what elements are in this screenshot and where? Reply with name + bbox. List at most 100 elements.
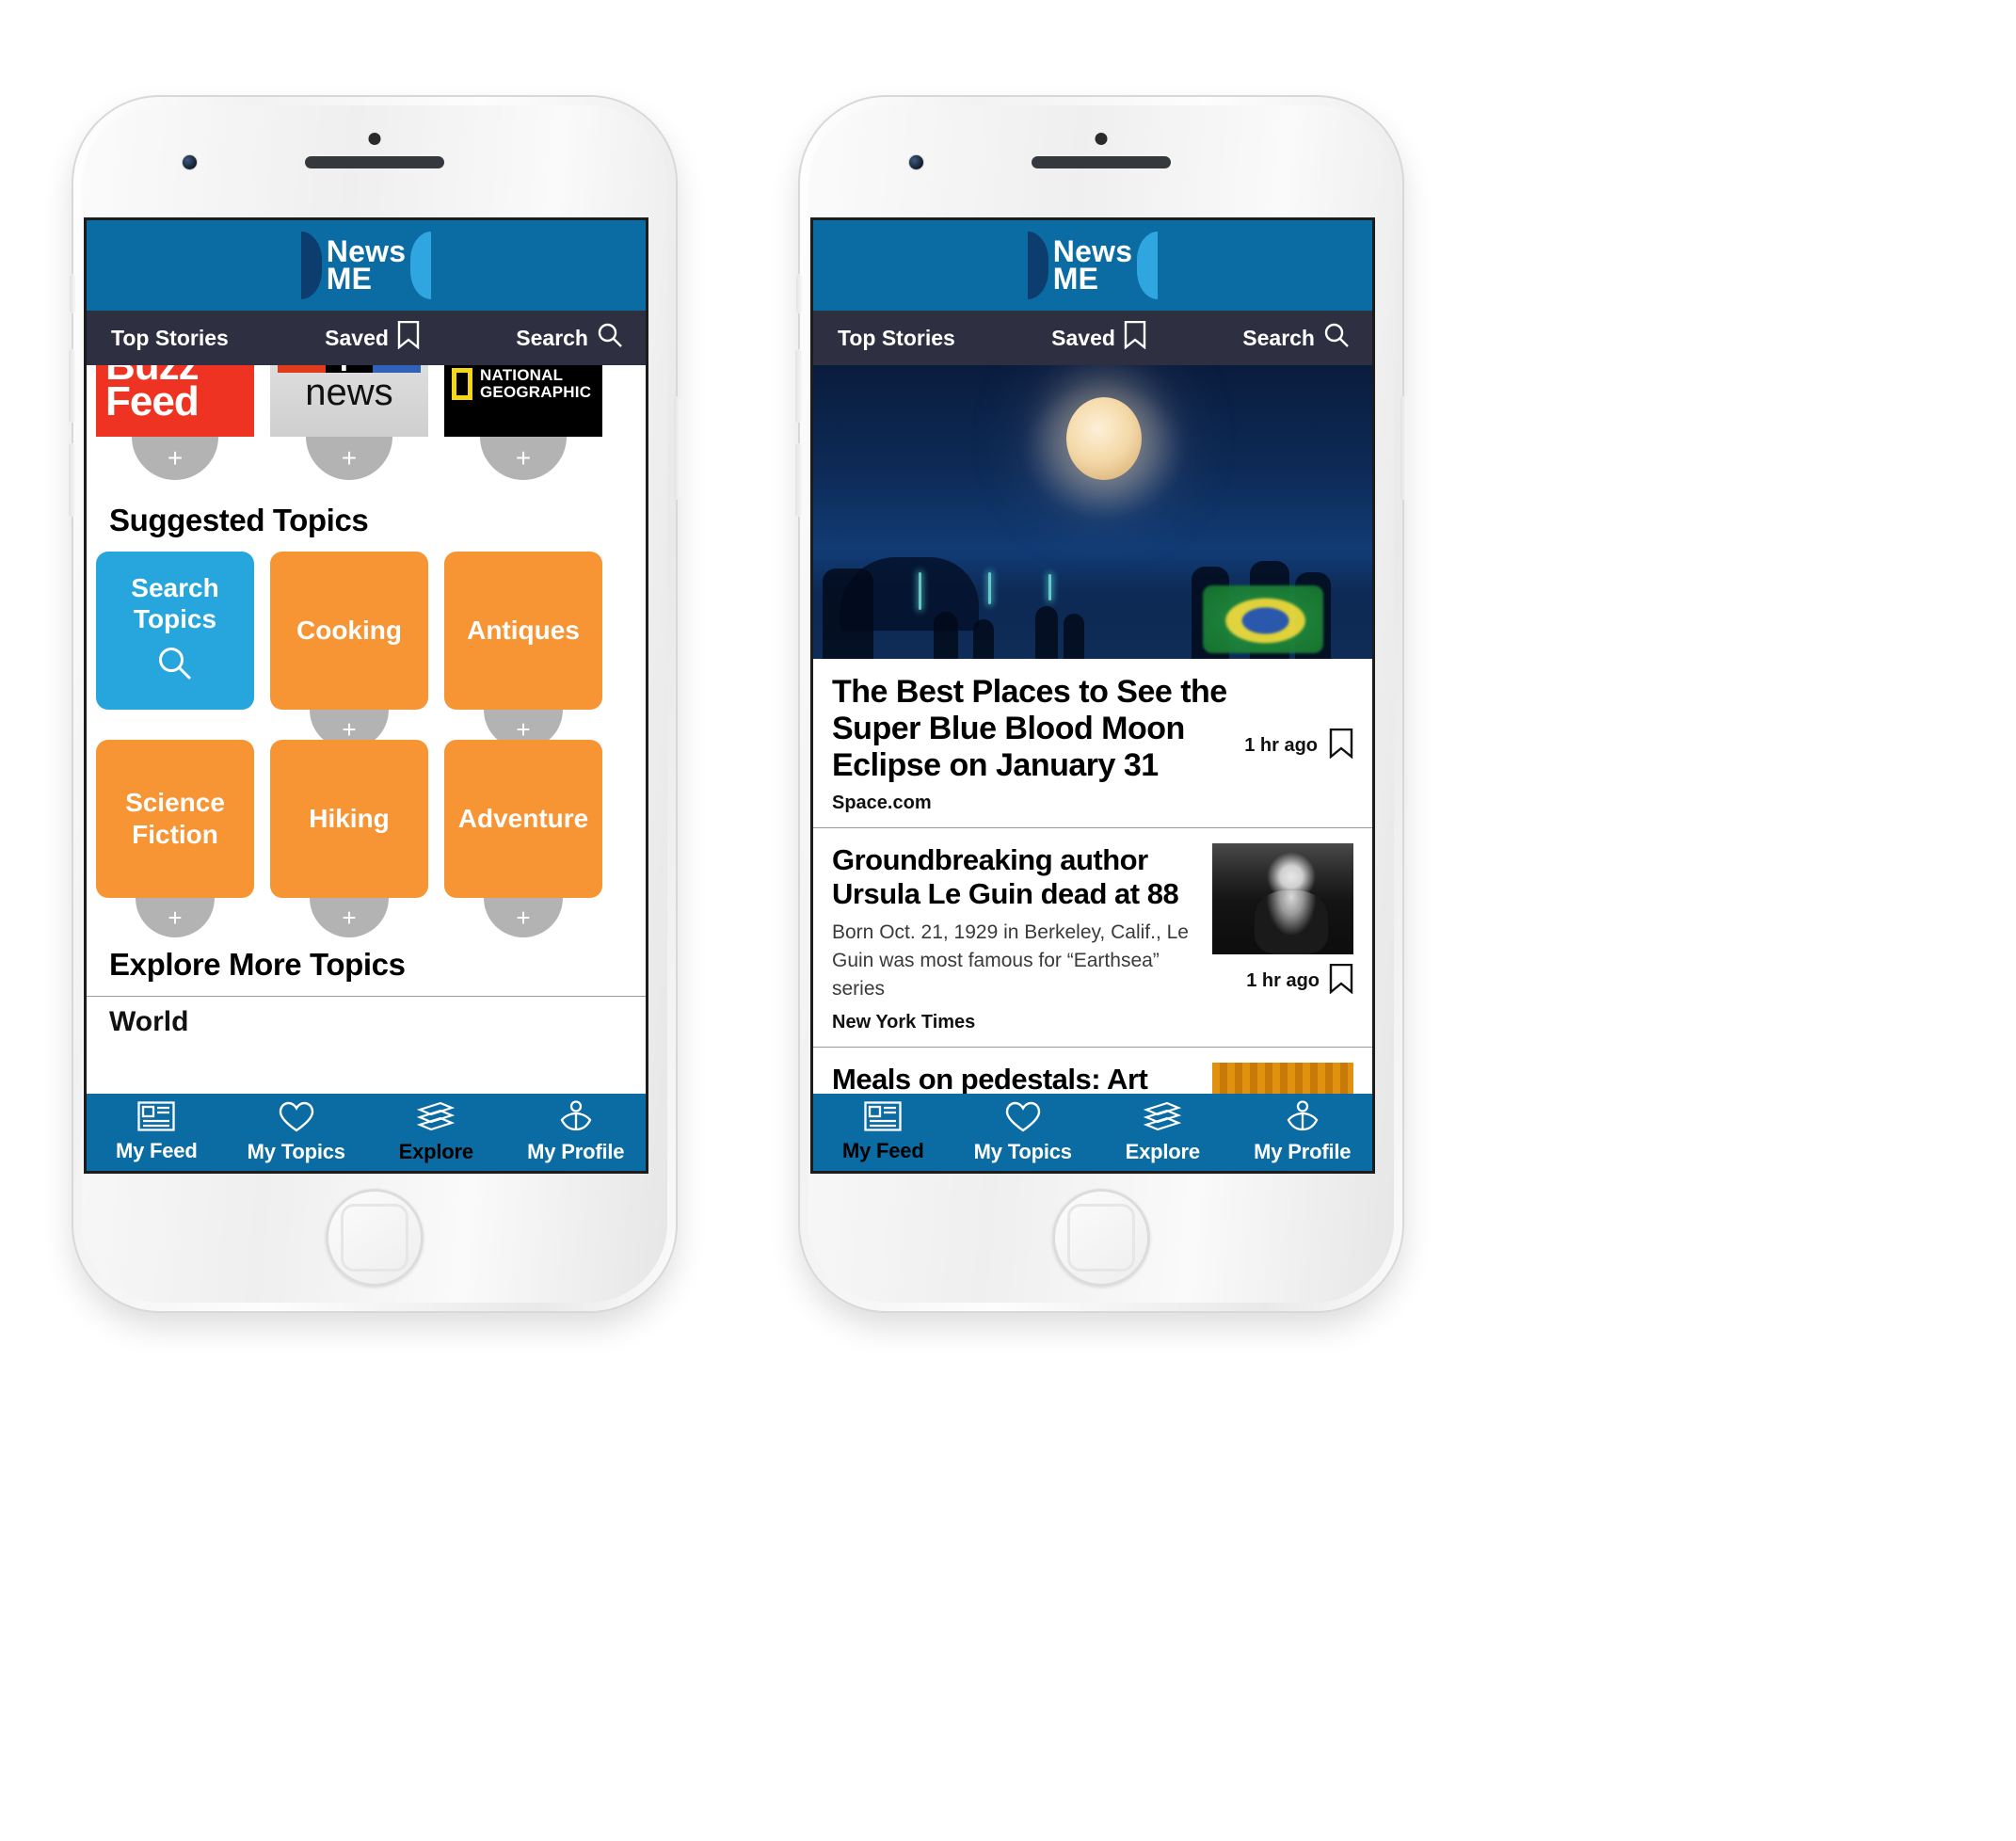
hero-image-moon-eclipse[interactable]	[813, 365, 1372, 659]
suggested-topics-grid: Search Topics Cooking + Antiques + Scien…	[87, 538, 646, 937]
nav-saved-label: Saved	[325, 325, 389, 350]
logo-line-2: ME	[326, 262, 373, 296]
npr-word-news: news	[305, 372, 393, 413]
article-row-le-guin[interactable]: Groundbreaking author Ursula Le Guin dea…	[813, 828, 1372, 1049]
books-stack-icon	[1143, 1100, 1182, 1137]
add-icon: +	[342, 715, 357, 744]
person-silhouette	[1035, 606, 1058, 659]
add-icon: +	[341, 443, 358, 472]
topic-tile-science-fiction[interactable]: Science Fiction +	[96, 740, 254, 937]
article-source: Space.com	[832, 792, 932, 814]
topic-tile-antiques[interactable]: Antiques +	[444, 552, 602, 749]
add-publisher-button[interactable]: +	[306, 437, 392, 480]
silent-switch[interactable]	[796, 274, 802, 313]
volume-down-button[interactable]	[69, 443, 75, 517]
logo-right-bracket	[410, 232, 432, 299]
tab-label: Explore	[398, 1140, 473, 1163]
topic-tile-search[interactable]: Search Topics	[96, 552, 254, 710]
nav-search-label: Search	[1242, 325, 1315, 350]
natgeo-yellow-rectangle-icon	[452, 368, 472, 400]
logo-right-bracket	[1137, 232, 1159, 299]
tab-my-topics[interactable]: My Topics	[953, 1101, 1094, 1164]
nav-saved[interactable]: Saved	[325, 320, 420, 355]
article-timestamp: 1 hr ago	[1246, 970, 1320, 992]
screenshot-stage: News ME Top Stories Saved Search + Buzz …	[0, 0, 2016, 1841]
publisher-row: + Buzz Feed + news + NATIONAL GEOGRAPHIC	[87, 365, 646, 482]
feed-content[interactable]: The Best Places to See the Super Blue Bl…	[813, 365, 1372, 1171]
topic-tile-label: Hiking	[309, 804, 390, 834]
publisher-logo-natgeo: NATIONAL GEOGRAPHIC	[444, 365, 602, 437]
books-stack-icon	[416, 1100, 456, 1137]
logo-line-2: ME	[1052, 262, 1099, 296]
topic-tile-label: Search Topics	[131, 572, 219, 634]
brand-bar: News ME	[813, 220, 1372, 311]
phone-device-left: News ME Top Stories Saved Search + Buzz …	[69, 97, 680, 1311]
volume-down-button[interactable]	[795, 443, 802, 517]
power-button[interactable]	[1400, 396, 1407, 500]
topic-tile-adventure[interactable]: Adventure +	[444, 740, 602, 937]
tab-explore[interactable]: Explore	[366, 1100, 506, 1164]
search-icon	[1323, 322, 1350, 354]
add-icon: +	[515, 443, 532, 472]
tab-my-feed[interactable]: My Feed	[87, 1101, 227, 1163]
tab-my-topics[interactable]: My Topics	[227, 1101, 367, 1164]
street-lamp	[919, 572, 921, 610]
article-thumbnail[interactable]	[1212, 843, 1353, 955]
moon	[1065, 397, 1142, 480]
newspaper-icon	[864, 1101, 902, 1136]
topic-tile-cooking[interactable]: Cooking +	[270, 552, 428, 749]
topic-tile-hiking[interactable]: Hiking +	[270, 740, 428, 937]
person-silhouette	[1064, 614, 1084, 659]
home-button[interactable]	[1052, 1189, 1150, 1287]
newspaper-icon	[137, 1101, 175, 1136]
natgeo-line-2: GEOGRAPHIC	[480, 383, 592, 401]
tab-my-profile[interactable]: My Profile	[1233, 1100, 1373, 1164]
publisher-logo-buzzfeed: Buzz Feed	[96, 365, 254, 437]
nav-search[interactable]: Search	[1242, 322, 1359, 354]
bookmark-icon[interactable]	[1329, 728, 1353, 763]
bookmark-icon[interactable]	[1329, 964, 1353, 999]
logo-wordmark: News ME	[322, 235, 410, 296]
tab-label: My Topics	[247, 1139, 345, 1163]
publisher-card-npr[interactable]: + n p r news	[270, 365, 428, 482]
phone-device-right: News ME Top Stories Saved Search The Bes…	[795, 97, 1407, 1311]
tab-my-profile[interactable]: My Profile	[506, 1100, 647, 1164]
bottom-tab-bar-right: My Feed My Topics Explore My Profile	[813, 1094, 1372, 1171]
volume-up-button[interactable]	[69, 349, 75, 423]
explore-more-topics-heading: Explore More Topics	[87, 928, 646, 997]
publisher-card-buzzfeed[interactable]: + Buzz Feed	[96, 365, 254, 482]
top-nav-bar: Top Stories Saved Search	[87, 311, 646, 365]
add-publisher-button[interactable]: +	[132, 437, 218, 480]
tab-label: My Feed	[841, 1139, 924, 1162]
nav-top-stories[interactable]: Top Stories	[100, 326, 229, 351]
natgeo-line-1: NATIONAL	[480, 366, 564, 385]
nav-search[interactable]: Search	[516, 322, 632, 354]
screen-explore: News ME Top Stories Saved Search + Buzz …	[84, 217, 648, 1174]
logo-left-bracket	[1027, 232, 1048, 299]
home-button[interactable]	[326, 1189, 424, 1287]
explore-more-item-world[interactable]: World	[87, 997, 646, 1038]
nav-top-stories[interactable]: Top Stories	[826, 326, 955, 351]
power-button[interactable]	[674, 396, 680, 500]
person-silhouette	[973, 619, 994, 659]
nav-saved[interactable]: Saved	[1051, 320, 1146, 355]
screen-my-feed: News ME Top Stories Saved Search The Bes…	[810, 217, 1375, 1174]
topic-tile-label: Cooking	[296, 616, 402, 646]
earpiece-speaker	[305, 156, 444, 168]
add-icon: +	[516, 715, 531, 744]
article-row-moon-eclipse[interactable]: The Best Places to See the Super Blue Bl…	[813, 659, 1372, 829]
buzzfeed-line-2: Feed	[105, 378, 200, 424]
article-source: New York Times	[832, 1012, 976, 1033]
volume-up-button[interactable]	[795, 349, 802, 423]
tab-my-feed[interactable]: My Feed	[813, 1101, 953, 1163]
silent-switch[interactable]	[70, 274, 75, 313]
search-icon	[156, 645, 194, 690]
tab-explore[interactable]: Explore	[1093, 1100, 1233, 1164]
logo-wordmark: News ME	[1048, 235, 1137, 296]
heart-icon	[1005, 1101, 1041, 1137]
publisher-card-natgeo[interactable]: + NATIONAL GEOGRAPHIC	[444, 365, 602, 482]
add-publisher-button[interactable]: +	[480, 437, 567, 480]
nav-top-stories-label: Top Stories	[111, 325, 229, 350]
add-icon: +	[167, 443, 184, 472]
explore-content[interactable]: + Buzz Feed + news + NATIONAL GEOGRAPHIC…	[87, 365, 646, 1171]
